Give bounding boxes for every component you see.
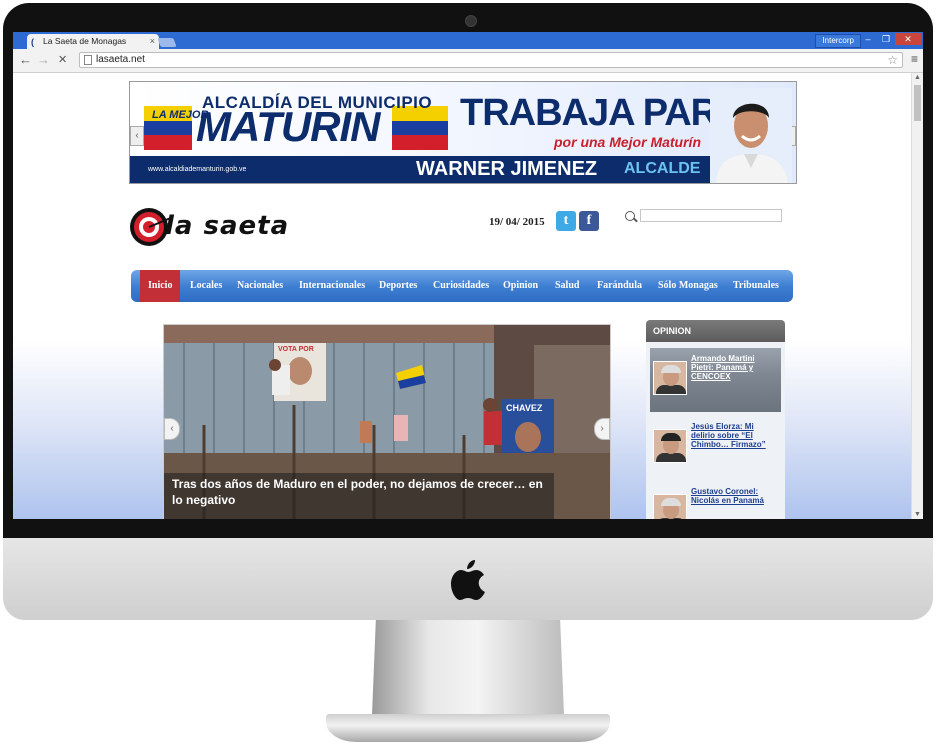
facebook-icon[interactable]: f	[579, 211, 599, 231]
nav-item-curiosidades[interactable]: Curiosidades	[433, 270, 489, 302]
banner-url: www.alcaldiademanturin.gob.ve	[148, 166, 247, 173]
url-input[interactable]	[96, 54, 876, 65]
banner-role: ALCALDE	[624, 160, 701, 177]
nav-item-inicio[interactable]: Inicio	[140, 270, 181, 302]
logo-text: la saeta	[165, 211, 290, 241]
nav-item-locales[interactable]: Locales	[190, 270, 222, 302]
tab-close-icon[interactable]: ×	[150, 34, 155, 49]
forward-icon[interactable]: →	[37, 53, 50, 67]
minimize-icon[interactable]: –	[859, 33, 877, 45]
poster-text: VOTA POR	[278, 346, 314, 353]
scrollbar-thumb[interactable]	[914, 85, 921, 121]
slide-caption[interactable]: Tras dos años de Maduro en el poder, no …	[164, 473, 554, 519]
scroll-down-icon[interactable]: ▼	[914, 511, 921, 518]
bookmark-star-icon[interactable]: ☆	[887, 53, 898, 67]
opinion-title[interactable]: Jesús Elorza: Mi delirio sobre “El Chimb…	[691, 422, 777, 449]
chavez-banner-text: CHAVEZ	[506, 403, 543, 413]
opinion-title[interactable]: Armando Martini Pietri: Panamá y CENCOEX	[691, 354, 777, 381]
site-favicon-icon: (	[31, 37, 34, 47]
opinion-item[interactable]: Gustavo Coronel: Nicolás en Panamá	[650, 484, 781, 519]
nav-item-opinion[interactable]: Opinion	[503, 270, 538, 302]
monitor-stand-foot	[326, 714, 610, 742]
slider-next-icon[interactable]: ›	[594, 418, 610, 440]
site-logo[interactable]: la saeta	[129, 203, 329, 251]
browser-tab[interactable]: ( La Saeta de Monagas ×	[27, 34, 159, 49]
author-photo	[653, 361, 687, 395]
screen: ( La Saeta de Monagas × Intercorp – ❐ ✕ …	[13, 32, 923, 519]
nav-item-internacionales[interactable]: Internacionales	[299, 270, 365, 302]
monitor-stand-neck	[372, 620, 564, 715]
browser-toolbar: ← → ✕ ☆ ≡	[13, 49, 923, 73]
tab-strip: ( La Saeta de Monagas × Intercorp – ❐ ✕	[13, 32, 923, 49]
vertical-scrollbar[interactable]: ▲ ▼	[911, 73, 923, 519]
nav-item-tribunales[interactable]: Tribunales	[733, 270, 779, 302]
candidate-photo	[710, 88, 792, 183]
banner-prev-icon[interactable]: ‹	[130, 126, 144, 146]
page-viewport: ‹ › ALCALDÍA DEL MUNICIPIO LA MEJOR MATU…	[13, 73, 911, 519]
apple-logo-icon	[451, 560, 485, 600]
news-slider[interactable]: VOTA POR CHAVEZ Tras dos años de Maduro …	[163, 324, 611, 519]
stop-icon[interactable]: ✕	[58, 53, 67, 67]
profile-badge[interactable]: Intercorp	[815, 34, 861, 48]
twitter-icon[interactable]: t	[556, 211, 576, 231]
tab-title: La Saeta de Monagas	[43, 36, 127, 46]
author-photo	[653, 429, 687, 463]
browser-menu-icon[interactable]: ≡	[911, 52, 918, 66]
scroll-up-icon[interactable]: ▲	[914, 74, 921, 81]
banner-subslogan: por una Mejor Maturín	[554, 134, 701, 150]
opinion-item[interactable]: Jesús Elorza: Mi delirio sobre “El Chimb…	[650, 416, 781, 480]
nav-item-farandula[interactable]: Farándula	[597, 270, 642, 302]
opinion-heading: OPINION	[646, 320, 785, 342]
camera-icon	[465, 15, 477, 27]
nav-item-solo-monagas[interactable]: Sólo Monagas	[658, 270, 718, 302]
opinion-title[interactable]: Gustavo Coronel: Nicolás en Panamá	[691, 487, 777, 505]
nav-item-nacionales[interactable]: Nacionales	[237, 270, 283, 302]
author-photo	[653, 494, 687, 519]
banner-name: WARNER JIMENEZ	[416, 158, 598, 180]
nav-item-salud[interactable]: Salud	[555, 270, 579, 302]
new-tab-button[interactable]	[157, 38, 177, 47]
window-close-icon[interactable]: ✕	[895, 33, 921, 45]
main-nav: Inicio Locales Nacionales Internacionale…	[131, 270, 793, 302]
restore-icon[interactable]: ❐	[877, 33, 895, 45]
back-icon[interactable]: ←	[19, 53, 32, 67]
banner-city: MATURIN	[196, 103, 381, 150]
search-icon[interactable]	[625, 211, 635, 221]
nav-item-deportes[interactable]: Deportes	[379, 270, 417, 302]
opinion-item[interactable]: Armando Martini Pietri: Panamá y CENCOEX	[650, 348, 781, 412]
page-icon	[84, 55, 92, 65]
opinion-list: Armando Martini Pietri: Panamá y CENCOEX…	[646, 342, 785, 519]
address-bar[interactable]: ☆	[79, 52, 903, 68]
banner-ad[interactable]: ‹ › ALCALDÍA DEL MUNICIPIO LA MEJOR MATU…	[129, 81, 797, 184]
site-search-input[interactable]	[640, 209, 782, 222]
current-date: 19/ 04/ 2015	[489, 216, 545, 228]
